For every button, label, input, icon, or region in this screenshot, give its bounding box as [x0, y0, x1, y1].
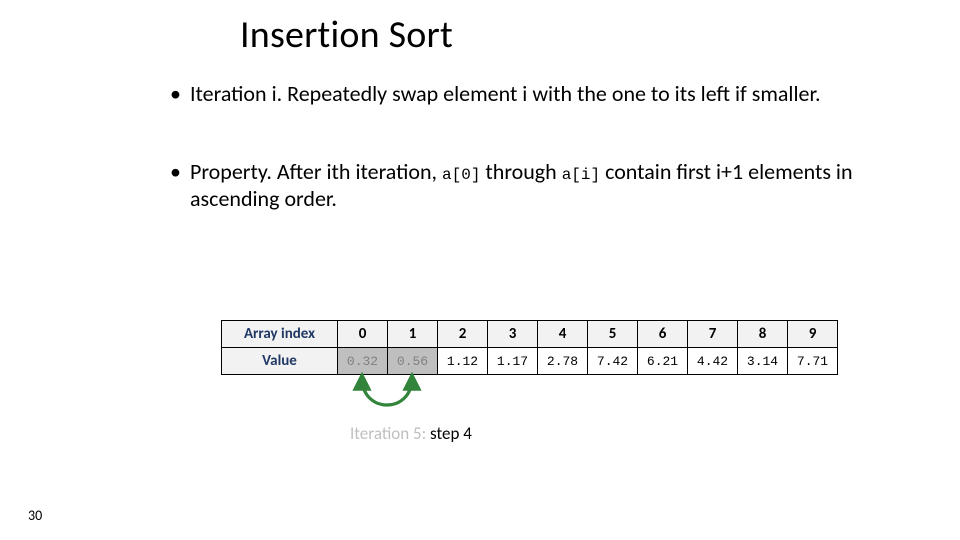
index-cell: 0 [338, 321, 388, 348]
index-cell: 5 [588, 321, 638, 348]
slide-body: Iteration i. Repeatedly swap element i w… [170, 80, 910, 263]
value-row: Value 0.32 0.56 1.12 1.17 2.78 7.42 6.21… [222, 348, 838, 375]
value-cell: 7.42 [588, 348, 638, 375]
caption-step: step 4 [430, 423, 472, 444]
index-cell: 2 [438, 321, 488, 348]
swap-arrow-icon [337, 372, 437, 420]
bullet-property-mid: through [480, 158, 561, 185]
slide-title: Insertion Sort [240, 12, 453, 58]
bullet-list: Iteration i. Repeatedly swap element i w… [170, 80, 910, 213]
index-cell: 8 [738, 321, 788, 348]
index-row: Array index 0 1 2 3 4 5 6 7 8 9 [222, 321, 838, 348]
iteration-caption: Iteration 5: step 4 [350, 423, 472, 444]
value-cell: 7.71 [788, 348, 838, 375]
index-row-label: Array index [222, 321, 338, 348]
index-cell: 9 [788, 321, 838, 348]
value-cell: 2.78 [538, 348, 588, 375]
value-row-label: Value [222, 348, 338, 375]
page-number: 30 [28, 507, 42, 524]
value-cell: 0.32 [338, 348, 388, 375]
value-cell: 3.14 [738, 348, 788, 375]
bullet-property-pre: Property. After ith iteration, [190, 158, 442, 185]
value-cell: 6.21 [638, 348, 688, 375]
array-table-wrap: Array index 0 1 2 3 4 5 6 7 8 9 Value 0.… [221, 320, 838, 375]
caption-prefix: Iteration 5: [350, 423, 430, 444]
code-a0: a[0] [442, 166, 480, 184]
code-ai: a[i] [562, 166, 600, 184]
value-cell: 1.12 [438, 348, 488, 375]
index-cell: 4 [538, 321, 588, 348]
value-cell: 4.42 [688, 348, 738, 375]
index-cell: 1 [388, 321, 438, 348]
index-cell: 6 [638, 321, 688, 348]
bullet-iteration-text: Iteration i. Repeatedly swap element i w… [190, 80, 821, 107]
index-cell: 3 [488, 321, 538, 348]
value-cell: 0.56 [388, 348, 438, 375]
value-cell: 1.17 [488, 348, 538, 375]
array-table: Array index 0 1 2 3 4 5 6 7 8 9 Value 0.… [221, 320, 838, 375]
slide: Insertion Sort Iteration i. Repeatedly s… [0, 0, 960, 540]
index-cell: 7 [688, 321, 738, 348]
bullet-iteration: Iteration i. Repeatedly swap element i w… [170, 80, 910, 108]
bullet-property: Property. After ith iteration, a[0] thro… [170, 158, 910, 213]
